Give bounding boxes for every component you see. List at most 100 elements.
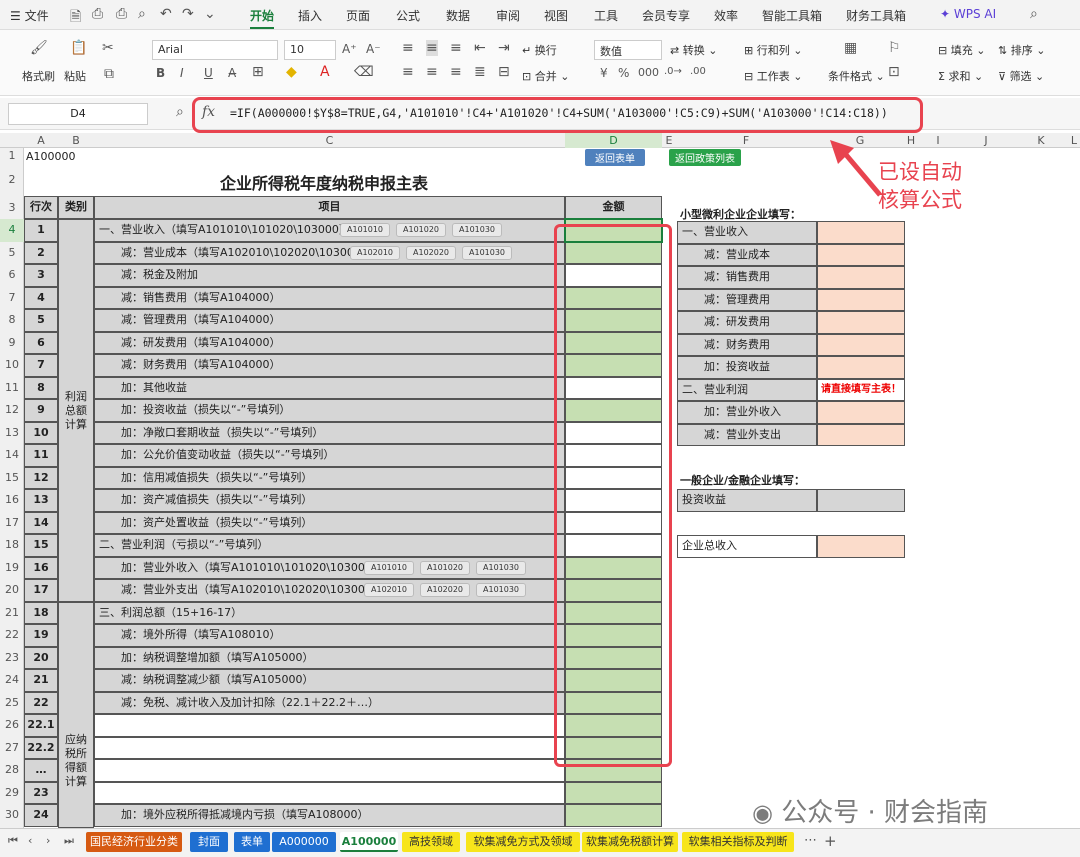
last-sheet-icon[interactable]: ⏭ (64, 834, 74, 848)
row-header-18[interactable]: 18 (0, 534, 24, 557)
row-header-23[interactable]: 23 (0, 647, 24, 670)
table-link-button[interactable]: A101020 (396, 223, 447, 237)
small-value-cell[interactable]: 请直接填写主表！ (817, 378, 905, 401)
row-header-5[interactable]: 5 (0, 242, 24, 265)
row-header-19[interactable]: 19 (0, 557, 24, 580)
align-center-icon[interactable]: ≡ (426, 64, 438, 80)
col-header-l[interactable]: L (1068, 133, 1080, 148)
font-color-icon[interactable]: A (320, 64, 330, 80)
small-value-cell[interactable] (817, 266, 905, 289)
col-header-j[interactable]: J (958, 133, 1014, 148)
col-header-c[interactable]: C (94, 133, 565, 148)
rowcol-button[interactable]: ⊞ 行和列 ⌄ (744, 42, 802, 58)
wrap-button[interactable]: ↵ 换行 (522, 42, 557, 58)
sheet-tab[interactable]: 软集相关指标及判断 (682, 832, 794, 852)
row-header-11[interactable]: 11 (0, 377, 24, 400)
col-header-a[interactable]: A (24, 133, 58, 148)
row-header-7[interactable]: 7 (0, 287, 24, 310)
table-link-button[interactable]: A101030 (476, 560, 527, 575)
first-sheet-icon[interactable]: ⏮ (8, 834, 18, 848)
align-left-icon[interactable]: ≡ (402, 64, 414, 80)
strikethrough-icon[interactable]: A̶ (228, 66, 236, 80)
small-value-cell[interactable] (817, 288, 905, 311)
undo-icon[interactable]: ↶ (160, 6, 172, 22)
paste-button[interactable]: 粘贴 (64, 68, 86, 84)
general-total-value[interactable] (817, 535, 905, 558)
justify-icon[interactable]: ≣ (474, 64, 486, 80)
tab-member[interactable]: 会员专享 (642, 7, 690, 24)
conditional-format-icon[interactable]: ▦ (844, 40, 857, 56)
back-to-table-button[interactable]: 返回表单 (585, 149, 645, 166)
copy-icon[interactable]: ⧉ (104, 66, 114, 82)
row-header-22[interactable]: 22 (0, 624, 24, 647)
row-header-9[interactable]: 9 (0, 332, 24, 355)
tab-home[interactable]: 开始 (250, 7, 275, 29)
row-header-14[interactable]: 14 (0, 444, 24, 467)
table-link-button[interactable]: A101020 (420, 560, 471, 575)
amount-cell[interactable] (565, 781, 662, 804)
row-header-16[interactable]: 16 (0, 489, 24, 512)
number-format-select[interactable]: 数值 (594, 40, 662, 60)
font-size-select[interactable]: 10 (284, 40, 336, 60)
indent-increase-icon[interactable]: ⇥ (498, 40, 510, 56)
worksheet-button[interactable]: ⊟ 工作表 ⌄ (744, 68, 802, 84)
italic-icon[interactable]: I (180, 66, 184, 80)
sheet-tab[interactable]: 封面 (190, 832, 228, 852)
font-select[interactable]: Arial (152, 40, 278, 60)
col-header-i[interactable]: I (918, 133, 958, 148)
redo-icon[interactable]: ↷ (182, 6, 194, 22)
align-top-icon[interactable]: ≡ (402, 40, 414, 56)
tab-smart-toolbox[interactable]: 智能工具箱 (762, 7, 822, 24)
currency-icon[interactable]: ¥ (600, 66, 608, 80)
brush-icon[interactable]: 🖌 (30, 40, 48, 56)
tab-review[interactable]: 审阅 (496, 7, 520, 24)
tab-efficiency[interactable]: 效率 (714, 7, 738, 24)
decimal-increase-icon[interactable]: .0→ (664, 66, 682, 77)
sheet-tab[interactable]: 高技领域 (402, 832, 460, 852)
align-bottom-icon[interactable]: ≡ (450, 40, 462, 56)
tab-finance-toolbox[interactable]: 财务工具箱 (846, 7, 906, 24)
font-grow-icon[interactable]: A⁺ (342, 42, 357, 56)
export-icon[interactable]: ⎙ (92, 6, 103, 22)
small-value-cell[interactable] (817, 356, 905, 379)
cond-format-button[interactable]: 条件格式 ⌄ (828, 68, 885, 84)
row-header-25[interactable]: 25 (0, 692, 24, 715)
row-header-20[interactable]: 20 (0, 579, 24, 602)
col-header-h[interactable]: H (904, 133, 918, 148)
zoom-icon[interactable]: ⌕ (176, 104, 184, 120)
align-middle-icon[interactable]: ≡ (426, 40, 438, 56)
table-link-button[interactable]: A101030 (476, 583, 527, 597)
border-icon[interactable]: ⊞ (252, 64, 264, 80)
table-link-button[interactable]: A101010 (364, 560, 415, 575)
table-link-button[interactable]: A101010 (340, 223, 391, 237)
bold-icon[interactable]: B (156, 66, 165, 80)
table-link-button[interactable]: A102010 (350, 245, 401, 260)
amount-cell[interactable] (565, 804, 662, 827)
small-value-cell[interactable] (817, 221, 905, 244)
row-header-2[interactable]: 2 (0, 163, 24, 196)
format-painter-button[interactable]: 格式刷 (22, 68, 55, 84)
small-value-cell[interactable] (817, 401, 905, 424)
convert-button[interactable]: ⇄ 转换 ⌄ (670, 42, 717, 58)
more-sheets-icon[interactable]: ⋯ (804, 833, 817, 848)
file-menu[interactable]: ☰ 文件 (10, 7, 49, 24)
table-link-button[interactable]: A102020 (406, 245, 457, 260)
small-value-cell[interactable] (817, 243, 905, 266)
cell-style-icon[interactable]: ⚐ (888, 40, 901, 56)
sheet-tab[interactable]: A100000 (340, 832, 398, 852)
col-header-b[interactable]: B (58, 133, 94, 148)
preview-icon[interactable]: ⌕ (138, 6, 146, 22)
wps-ai-button[interactable]: ✦ WPS AI (940, 7, 996, 21)
small-value-cell[interactable] (817, 423, 905, 446)
sheet-tab[interactable]: 软集减免税额计算 (582, 832, 678, 852)
row-header-28[interactable]: 28 (0, 759, 24, 782)
col-header-k[interactable]: K (1014, 133, 1068, 148)
row-header-12[interactable]: 12 (0, 399, 24, 422)
tab-view[interactable]: 视图 (544, 7, 568, 24)
tab-data[interactable]: 数据 (446, 7, 470, 24)
row-header-29[interactable]: 29 (0, 782, 24, 805)
merge-button[interactable]: ⊡ 合并 ⌄ (522, 68, 569, 84)
col-header-d[interactable]: D (565, 133, 662, 148)
search-icon[interactable]: ⌕ (1030, 6, 1038, 22)
tab-insert[interactable]: 插入 (298, 7, 322, 24)
